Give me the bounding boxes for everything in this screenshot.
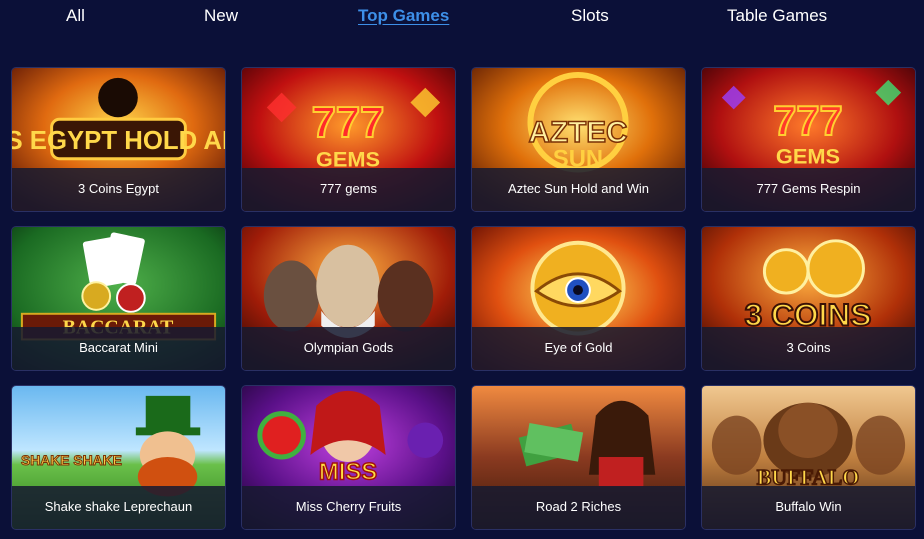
game-title: Baccarat Mini: [12, 327, 225, 370]
game-title: Olympian Gods: [242, 327, 455, 370]
game-title: Road 2 Riches: [472, 486, 685, 529]
game-title: Aztec Sun Hold and Win: [472, 168, 685, 211]
game-card-3-coins-egypt[interactable]: 3 COINS EGYPT HOLD AND WIN 3 Coins Egypt: [11, 67, 226, 212]
tab-all[interactable]: All: [66, 6, 85, 26]
tab-new[interactable]: New: [204, 6, 238, 26]
game-title: Miss Cherry Fruits: [242, 486, 455, 529]
game-card-olympian-gods[interactable]: Olympian Gods: [241, 226, 456, 371]
svg-text:3 COINS EGYPT HOLD AND WIN: 3 COINS EGYPT HOLD AND WIN: [12, 127, 225, 155]
game-title: Shake shake Leprechaun: [12, 486, 225, 529]
game-card-777-gems[interactable]: 777 GEMS 777 gems: [241, 67, 456, 212]
game-card-baccarat-mini[interactable]: BACCARAT Baccarat Mini: [11, 226, 226, 371]
game-title: 777 gems: [242, 168, 455, 211]
game-card-eye-of-gold[interactable]: Eye of Gold: [471, 226, 686, 371]
tab-top-games[interactable]: Top Games: [358, 6, 449, 26]
game-title: Eye of Gold: [472, 327, 685, 370]
games-lobby: All New Top Games Slots Table Games 3 CO…: [0, 0, 924, 539]
game-card-3-coins[interactable]: 3 COINS 3 Coins: [701, 226, 916, 371]
svg-text:AZTEC: AZTEC: [528, 116, 627, 149]
game-card-miss-cherry-fruits[interactable]: MISS Miss Cherry Fruits: [241, 385, 456, 530]
game-title: 777 Gems Respin: [702, 168, 915, 211]
svg-text:777: 777: [312, 99, 385, 147]
svg-text:MISS: MISS: [319, 460, 377, 486]
tab-slots[interactable]: Slots: [571, 6, 609, 26]
category-tabs: All New Top Games Slots Table Games: [0, 0, 924, 36]
svg-text:GEMS: GEMS: [776, 144, 840, 169]
game-title: Buffalo Win: [702, 486, 915, 529]
game-title: 3 Coins Egypt: [12, 168, 225, 211]
tab-table-games[interactable]: Table Games: [727, 6, 827, 26]
game-card-road-2-riches[interactable]: Road 2 Riches: [471, 385, 686, 530]
svg-text:SHAKE SHAKE: SHAKE SHAKE: [21, 452, 122, 468]
game-title: 3 Coins: [702, 327, 915, 370]
svg-text:777: 777: [773, 97, 842, 144]
game-card-shake-shake-leprechaun[interactable]: SHAKE SHAKE Shake shake Leprechaun: [11, 385, 226, 530]
game-card-777-gems-respin[interactable]: 777 GEMS 777 Gems Respin: [701, 67, 916, 212]
game-card-buffalo-win[interactable]: BUFFALO Buffalo Win: [701, 385, 916, 530]
games-grid: 3 COINS EGYPT HOLD AND WIN 3 Coins Egypt…: [11, 67, 917, 530]
game-card-aztec-sun[interactable]: AZTEC SUN Aztec Sun Hold and Win: [471, 67, 686, 212]
